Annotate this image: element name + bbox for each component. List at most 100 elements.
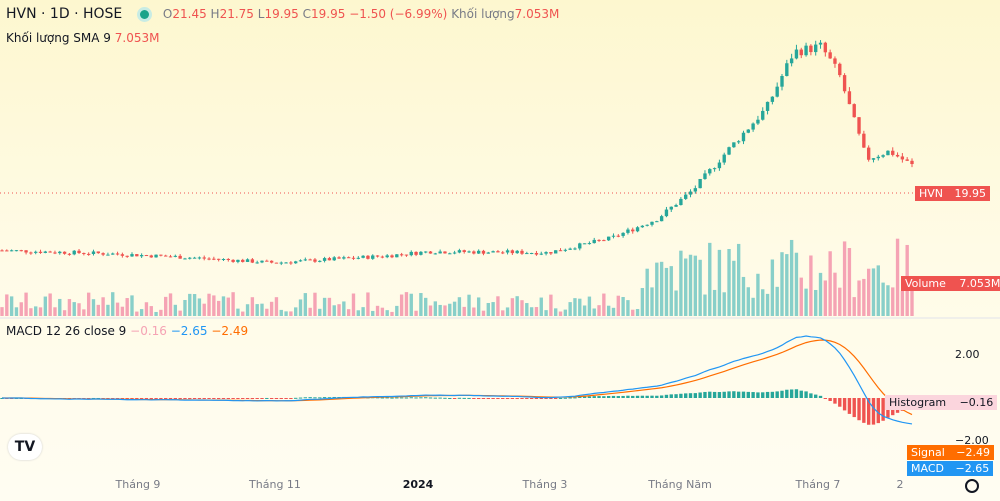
histogram-bar [245, 398, 250, 399]
candle-body [245, 259, 250, 262]
histogram-bar [260, 398, 264, 399]
symbol-title[interactable]: HVN · 1D · HOSE [6, 6, 122, 22]
volume-bar [693, 255, 698, 316]
histogram-bar [727, 391, 731, 398]
histogram-bar [794, 389, 799, 398]
macd-legend[interactable]: MACD 12 26 close 9 −0.16 −2.65 −2.49 [6, 324, 248, 338]
histogram-bar [159, 398, 163, 399]
candle-body [14, 250, 19, 252]
volume-bar [390, 311, 394, 316]
ohlc-values: O21.45 H21.75 L19.95 C19.95 −1.50 (−6.99… [163, 7, 559, 21]
volume-bar [785, 254, 789, 316]
macd-histogram [0, 389, 914, 425]
candle-body [510, 250, 515, 254]
candle-body [342, 257, 346, 259]
histogram-bar [322, 397, 327, 399]
open-key: O [162, 7, 173, 21]
settings-gear-icon[interactable] [965, 479, 979, 493]
candle-body [645, 224, 649, 226]
volume-bar [0, 307, 4, 316]
candle-body [62, 251, 67, 254]
volume-bar [838, 287, 842, 316]
macd-axis-tick: 2.00 [955, 348, 980, 361]
low-value: 19.95 [264, 7, 299, 21]
candle-body [303, 259, 308, 261]
volume-bar [491, 302, 495, 316]
histogram-bar [659, 395, 664, 398]
histogram-bar [149, 398, 153, 399]
macd-tag: MACD −2.65 [907, 461, 994, 476]
histogram-bar [611, 395, 616, 398]
symbol-legend[interactable]: HVN · 1D · HOSE O21.45 H21.75 L19.95 C19… [6, 6, 559, 22]
volume-bar [563, 309, 568, 316]
volume-bar [404, 292, 409, 316]
candle-body [674, 205, 678, 207]
candle-body [385, 255, 389, 258]
candle-body [606, 236, 611, 241]
volume-sma-legend[interactable]: Khối lượng SMA 9 7.053M [6, 31, 159, 45]
volume-bar [86, 292, 91, 316]
x-axis-tick: 2 [896, 478, 904, 491]
chart-workspace[interactable]: HVN · 1D · HOSE O21.45 H21.75 L19.95 C19… [0, 0, 1000, 501]
histogram-bar [212, 398, 216, 399]
candle-body [693, 188, 698, 192]
candle-body [862, 133, 866, 148]
histogram-bar [775, 391, 779, 398]
candle-body [891, 150, 895, 155]
candle-body [655, 221, 659, 223]
candle-body [34, 251, 38, 253]
candle-body [741, 132, 746, 142]
candle-body [173, 255, 178, 257]
histogram-bar [838, 398, 842, 407]
volume-bar [539, 297, 543, 316]
market-status-icon [140, 10, 150, 19]
candle-body [491, 251, 495, 253]
candle-body [346, 257, 351, 259]
volume-sma-value: 7.053M [114, 31, 160, 45]
histogram-bar [650, 395, 654, 398]
volume-bar [804, 288, 808, 316]
candle-body [640, 225, 645, 228]
histogram-bar [173, 398, 178, 399]
candle-body [818, 42, 823, 45]
candle-body [505, 250, 510, 253]
candle-body [231, 259, 235, 262]
histogram-bar [226, 398, 230, 399]
histogram-bar [688, 393, 693, 398]
histogram-bar [679, 393, 683, 398]
volume-bar [472, 307, 476, 316]
volume-bar [650, 287, 654, 316]
histogram-bar [202, 398, 206, 399]
candle-body [852, 104, 856, 118]
candle-body [472, 251, 476, 254]
price-tag: HVN 19.95 [915, 186, 991, 201]
histogram-bar [438, 397, 442, 399]
volume-bar [544, 310, 548, 316]
histogram-bar [563, 397, 568, 399]
volume-bar [115, 302, 120, 316]
volume-bar [284, 311, 288, 316]
volume-bar [866, 268, 871, 316]
volume-bar [640, 288, 645, 316]
candle-body [77, 250, 81, 254]
candle-body [168, 256, 173, 258]
volume-bar [476, 297, 481, 316]
candle-body [404, 254, 409, 256]
candle-body [857, 117, 861, 134]
candle-body [866, 147, 871, 160]
tradingview-logo-icon[interactable]: TV [8, 434, 42, 460]
volume-bar [433, 301, 438, 316]
candle-body [135, 254, 139, 257]
candle-body [659, 216, 664, 222]
candle-body [481, 250, 486, 254]
candle-body [828, 52, 832, 59]
candle-body [799, 49, 803, 56]
high-value: 21.75 [219, 7, 254, 21]
volume-bar [361, 307, 365, 316]
volume-tag-label: Volume [905, 277, 946, 290]
candle-body [289, 262, 293, 264]
candle-body [780, 75, 784, 87]
chart-canvas[interactable] [0, 0, 1000, 501]
histogram-bar [741, 391, 746, 398]
histogram-bar [486, 398, 490, 399]
